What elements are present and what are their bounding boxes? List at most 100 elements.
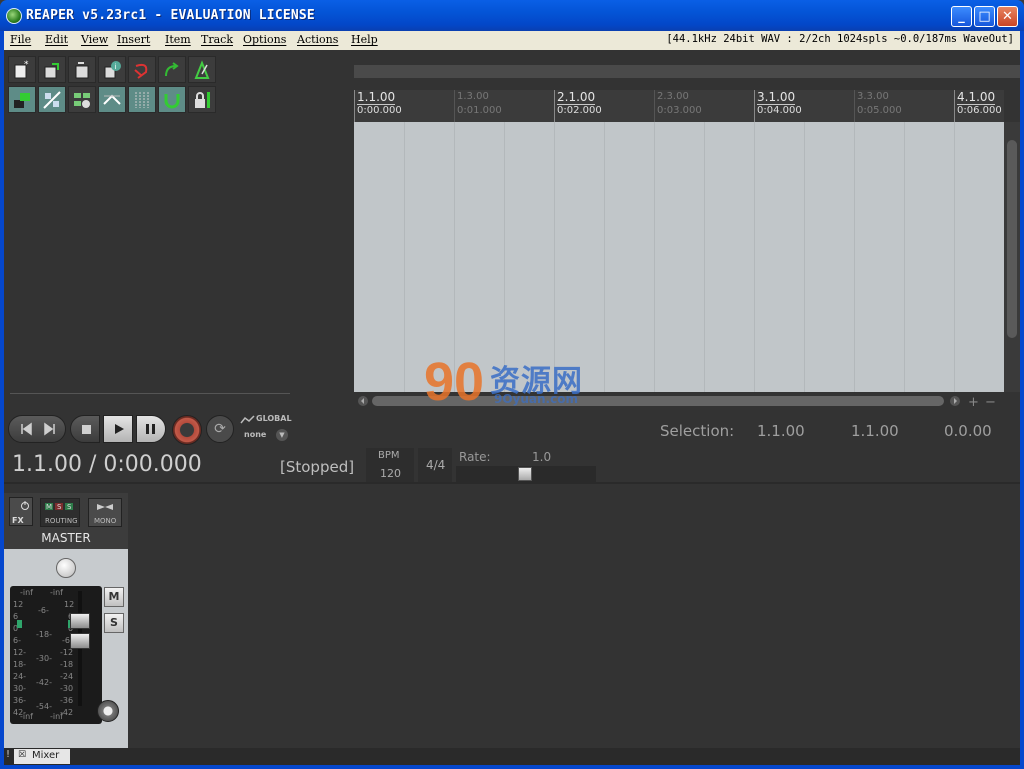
global-automation-mode[interactable]: GLOBAL none ▼ (240, 414, 292, 446)
repeat-button[interactable]: ⟳ (206, 415, 234, 443)
meter-scale-label: -30- (36, 654, 52, 663)
mixer-divider[interactable] (4, 482, 1020, 484)
menu-insert[interactable]: Insert (117, 33, 150, 46)
vertical-scrollbar[interactable]: + − (1004, 122, 1020, 432)
vertical-scroll-thumb[interactable] (1007, 140, 1017, 338)
selection-end[interactable]: 1.1.00 (851, 422, 899, 440)
meter-scale-label: -18 (60, 660, 74, 669)
save-project-button[interactable] (68, 56, 96, 83)
close-button[interactable]: ✕ (997, 6, 1018, 27)
routing-button[interactable]: M S S ROUTING (40, 498, 80, 527)
mono-icon (97, 504, 113, 510)
grid-line (904, 122, 905, 392)
main-area: * i 1.1.00 0:00.000 1.3.00 0:01.000 2.1.… (4, 50, 1020, 765)
selection-length[interactable]: 0.0.00 (944, 422, 992, 440)
play-button[interactable] (103, 415, 133, 443)
new-file-icon: * (14, 60, 29, 79)
selection-label: Selection: (660, 422, 735, 440)
minimize-button[interactable]: _ (951, 6, 972, 27)
open-project-button[interactable] (38, 56, 66, 83)
grid-lines-icon (135, 92, 149, 108)
new-project-button[interactable]: * (8, 56, 36, 83)
bpm-box[interactable]: BPM 120 (366, 448, 414, 482)
maximize-button[interactable]: □ (974, 6, 995, 27)
grid-line (954, 122, 955, 392)
meter-scale-label: -12 (60, 648, 74, 657)
master-meter: -inf -inf 12 6 0 6- 12- 18- 24- 30- 36- … (10, 586, 102, 724)
pause-button[interactable] (136, 415, 166, 443)
menu-track[interactable]: Track (201, 33, 233, 46)
timeline-ruler[interactable]: 1.1.00 0:00.000 1.3.00 0:01.000 2.1.00 0:02… (354, 90, 1004, 122)
track-panel-divider (10, 393, 290, 394)
menu-file[interactable]: File (10, 33, 31, 46)
menu-options[interactable]: Options (243, 33, 286, 46)
item-grouping-button[interactable] (68, 86, 96, 113)
scroll-left-icon[interactable] (356, 394, 370, 408)
metronome-icon (194, 60, 210, 79)
global-label: GLOBAL (256, 414, 292, 423)
rate-slider-handle[interactable] (518, 467, 532, 481)
play-position[interactable]: 1.1.00 / 0:00.000 (12, 452, 202, 477)
maximize-icon: □ (978, 9, 991, 24)
tab-mixer[interactable]: ☒ Mixer (14, 749, 70, 764)
time-signature-box[interactable]: 4/4 (418, 448, 452, 482)
close-icon: ✕ (1002, 9, 1013, 24)
magnet-snap-button[interactable] (158, 86, 186, 113)
volume-fader-handle[interactable] (70, 613, 90, 629)
mono-button[interactable]: MONO (88, 498, 122, 527)
undo-button[interactable] (128, 56, 156, 83)
metronome-button[interactable] (188, 56, 216, 83)
chevron-down-icon[interactable]: ▼ (276, 429, 288, 441)
menu-edit[interactable]: Edit (45, 33, 68, 46)
menu-view[interactable]: View (81, 33, 108, 46)
crossfade-icon (103, 94, 121, 105)
project-settings-button[interactable]: i (98, 56, 126, 83)
meter-scale-label: 24- (13, 672, 27, 681)
solo-button[interactable]: S (104, 613, 124, 633)
master-lower-panel: -inf -inf 12 6 0 6- 12- 18- 24- 30- 36- … (4, 549, 128, 748)
menu-actions[interactable]: Actions (297, 33, 338, 46)
fx-button[interactable]: FX (9, 497, 33, 526)
grid-line (404, 122, 405, 392)
watermark-logo-icon: 90 (424, 352, 484, 412)
volume-fader-handle[interactable] (70, 633, 90, 649)
meter-peak-left-bottom: -inf (20, 712, 33, 721)
reaper-app-icon[interactable] (6, 8, 22, 24)
meter-peak-left[interactable]: -inf (20, 588, 33, 597)
meter-scale-label: -54- (36, 702, 52, 711)
rate-slider[interactable] (456, 466, 596, 482)
stop-button[interactable] (70, 415, 100, 443)
lock-edit-button[interactable] (188, 86, 216, 113)
time-signature: 4/4 (426, 458, 446, 472)
pan-knob[interactable] (56, 558, 76, 578)
rate-label: Rate: (459, 450, 491, 464)
snap-icon (14, 93, 30, 108)
ripple-edit-button[interactable] (38, 86, 66, 113)
redo-button[interactable] (158, 56, 186, 83)
meter-peak-right[interactable]: -inf (50, 588, 63, 597)
record-button[interactable] (172, 415, 202, 445)
meter-scale-label: -42- (36, 678, 52, 687)
menu-item[interactable]: Item (165, 33, 191, 46)
master-track-name[interactable]: MASTER (4, 531, 128, 545)
meter-scale-label: 12- (13, 648, 27, 657)
snap-toggle-button[interactable] (8, 86, 36, 113)
open-file-icon (44, 63, 59, 79)
watermark-subtext: 9Oyuan.com (494, 392, 578, 406)
selection-start[interactable]: 1.1.00 (757, 422, 805, 440)
auto-crossfade-button[interactable] (98, 86, 126, 113)
gear-icon[interactable] (97, 700, 119, 722)
menu-help[interactable]: Help (351, 33, 378, 46)
mute-button[interactable]: M (104, 587, 124, 607)
close-icon[interactable]: ☒ (18, 750, 26, 760)
docker-menu-icon[interactable]: ! (6, 749, 10, 760)
svg-text:S: S (67, 503, 72, 511)
meter-level-left (17, 620, 22, 628)
bpm-label: BPM (378, 450, 400, 461)
envelope-points-button[interactable] (128, 86, 156, 113)
transport-bar: ⟳ GLOBAL none ▼ Selection: 1.1.00 1.1.00… (4, 410, 1020, 482)
region-marker-lane[interactable] (354, 65, 1020, 78)
horizontal-zoom-icon[interactable]: + − (948, 394, 1018, 408)
audio-device-status[interactable]: [44.1kHz 24bit WAV : 2/2ch 1024spls ~0.0… (666, 33, 1014, 45)
window-frame-bottom (0, 765, 1024, 769)
